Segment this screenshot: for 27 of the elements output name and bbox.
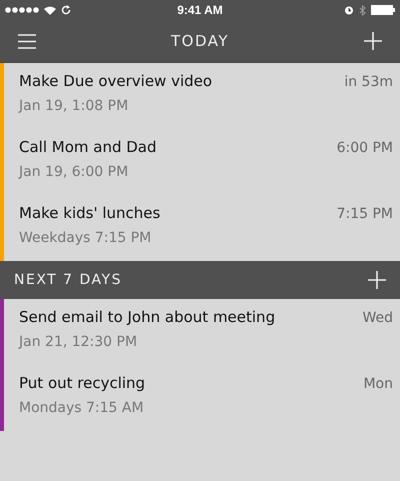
- signal-icon: [5, 7, 39, 13]
- task-title[interactable]: Send email to John about meeting: [19, 308, 276, 326]
- task-title[interactable]: Call Mom and Dad: [19, 138, 157, 156]
- due-time: 6:00 PM: [336, 140, 393, 156]
- add-icon[interactable]: [368, 271, 386, 289]
- screen-title: TODAY: [170, 32, 229, 50]
- task-title[interactable]: Make kids' lunches: [19, 204, 160, 222]
- task-title[interactable]: Make Due overview video: [19, 72, 212, 90]
- alarm-icon: [344, 5, 354, 15]
- section-title: NEXT 7 DAYS: [14, 272, 122, 288]
- battery-icon: [370, 5, 395, 15]
- due-time: Wed: [362, 310, 393, 326]
- sync-icon: [61, 5, 71, 15]
- due-time: 7:15 PM: [336, 206, 393, 222]
- menu-icon[interactable]: [18, 34, 36, 48]
- task-title[interactable]: Put out recycling: [19, 374, 146, 392]
- wifi-icon: [44, 6, 56, 14]
- bluetooth-icon: [358, 4, 366, 16]
- status-time: 9:41 AM: [177, 3, 223, 17]
- due-time: Mon: [363, 376, 393, 392]
- due-time: in 53m: [344, 74, 393, 90]
- task-date: Jan 19, 6:00 PM: [19, 164, 128, 180]
- task-date: Mondays 7:15 AM: [19, 400, 144, 416]
- task-date: Weekdays 7:15 PM: [19, 230, 152, 246]
- task-date: Jan 21, 12:30 PM: [19, 334, 138, 350]
- add-icon[interactable]: [364, 32, 382, 50]
- task-date: Jan 19, 1:08 PM: [19, 98, 128, 114]
